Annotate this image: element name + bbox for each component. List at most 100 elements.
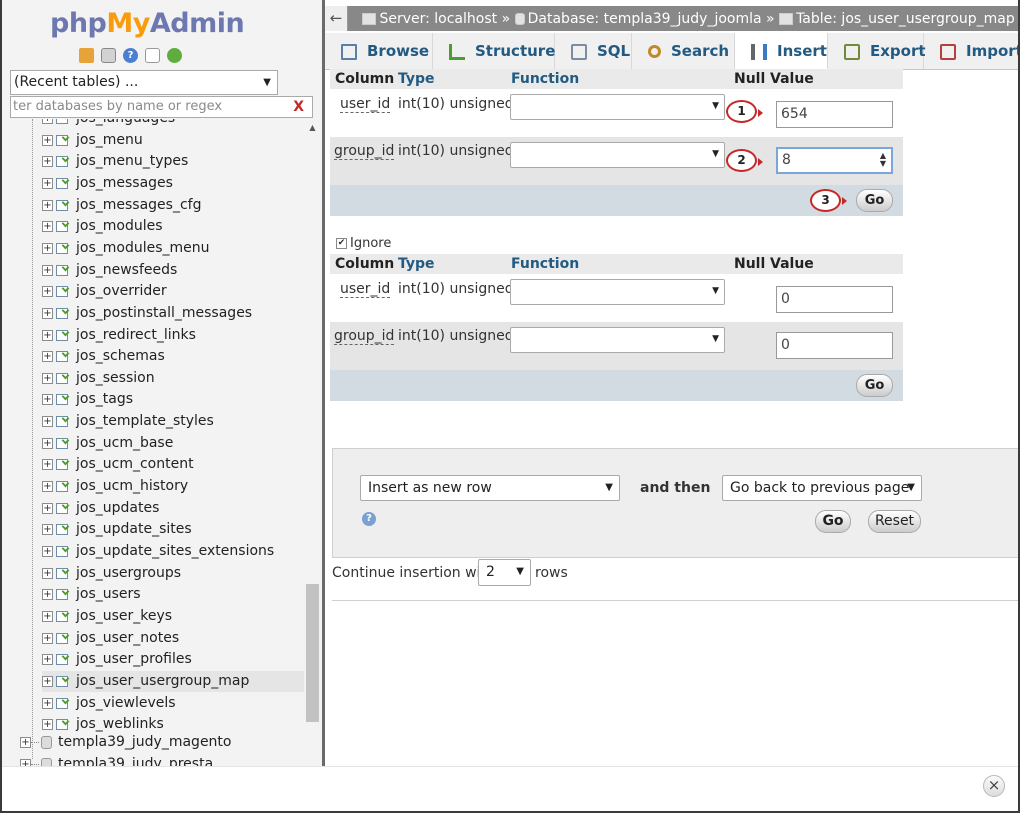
sidebar-database-item[interactable]: + templa39_judy_presta — [20, 754, 213, 766]
clear-filter-icon[interactable]: X — [293, 97, 304, 117]
expand-icon[interactable]: + — [42, 155, 53, 167]
sidebar-table-item[interactable]: + jos_schemas — [42, 346, 304, 367]
tab-browse[interactable]: Browse — [325, 33, 433, 69]
expand-icon[interactable]: + — [42, 718, 53, 730]
close-button[interactable]: × — [983, 775, 1005, 797]
sidebar-table-item[interactable]: + jos_ucm_content — [42, 454, 304, 475]
breadcrumb-server[interactable]: Server: localhost — [379, 11, 497, 27]
ignore-checkbox[interactable]: ✔ Ignore — [336, 236, 391, 251]
expand-icon[interactable]: + — [42, 119, 53, 124]
tab-structure[interactable]: Structure — [433, 33, 555, 69]
sidebar-table-item[interactable]: + jos_user_profiles — [42, 649, 304, 670]
expand-icon[interactable]: + — [42, 199, 53, 211]
function-select[interactable]: ▼ — [510, 94, 725, 120]
sidebar-scroll-thumb[interactable] — [306, 584, 319, 722]
expand-icon[interactable]: + — [42, 610, 53, 622]
rows-count-select[interactable]: 2 ▼ — [478, 559, 531, 586]
value-input-group-id[interactable]: 8 ▲ ▼ — [776, 147, 893, 174]
expand-icon[interactable]: + — [42, 632, 53, 644]
number-spinner[interactable]: ▲ ▼ — [880, 152, 886, 168]
expand-icon[interactable]: + — [42, 307, 53, 319]
tab-import[interactable]: Import — [924, 33, 1018, 69]
help-icon[interactable]: ? — [123, 48, 138, 63]
expand-icon[interactable]: + — [42, 675, 53, 687]
sidebar-table-item[interactable]: + jos_postinstall_messages — [42, 303, 304, 324]
function-select[interactable]: ▼ — [510, 279, 725, 305]
expand-icon[interactable]: + — [42, 242, 53, 254]
expand-icon[interactable]: + — [42, 437, 53, 449]
phpmyadmin-logo[interactable]: phpMyAdmin — [50, 8, 245, 39]
sidebar-table-item[interactable]: + jos_menu — [42, 130, 304, 151]
breadcrumb-table[interactable]: Table: jos_user_usergroup_map — [796, 11, 1015, 27]
function-select[interactable]: ▼ — [510, 327, 725, 353]
sidebar-table-item[interactable]: + jos_ucm_history — [42, 476, 304, 497]
checkbox[interactable]: ✔ — [336, 238, 347, 249]
expand-icon[interactable]: + — [42, 415, 53, 427]
reset-button[interactable]: Reset — [868, 510, 921, 533]
reload-icon[interactable] — [167, 48, 182, 63]
sidebar-table-item[interactable]: + jos_updates — [42, 498, 304, 519]
expand-icon[interactable]: + — [42, 523, 53, 535]
expand-icon[interactable]: + — [42, 480, 53, 492]
sidebar-table-item[interactable]: + jos_users — [42, 584, 304, 605]
sidebar-table-item[interactable]: + jos_overrider — [42, 281, 304, 302]
expand-icon[interactable]: + — [42, 588, 53, 600]
go-button[interactable]: Go — [856, 189, 893, 212]
sidebar-table-item[interactable]: + jos_viewlevels — [42, 693, 304, 714]
sidebar-table-item[interactable]: + jos_usergroups — [42, 563, 304, 584]
documentation-icon[interactable] — [145, 48, 160, 63]
logout-icon[interactable] — [101, 48, 116, 63]
sidebar-table-item[interactable]: + jos_ucm_base — [42, 433, 304, 454]
tab-export[interactable]: Export — [828, 33, 926, 69]
expand-icon[interactable]: + — [42, 329, 53, 341]
expand-icon[interactable]: + — [42, 653, 53, 665]
expand-icon[interactable]: + — [42, 177, 53, 189]
sidebar-table-item[interactable]: + jos_user_keys — [42, 606, 304, 627]
expand-icon[interactable]: + — [20, 758, 31, 766]
function-select[interactable]: ▼ — [510, 142, 725, 168]
value-input-group-id[interactable]: 0 — [776, 332, 893, 359]
sidebar-table-item[interactable]: + jos_messages_cfg — [42, 195, 304, 216]
sidebar-table-item[interactable]: + jos_update_sites_extensions — [42, 541, 304, 562]
sidebar-table-item[interactable]: + jos_user_notes — [42, 628, 304, 649]
value-input-user-id[interactable]: 654 — [776, 101, 893, 128]
expand-icon[interactable]: + — [42, 393, 53, 405]
sidebar-table-item[interactable]: + jos_modules — [42, 216, 304, 237]
go-button[interactable]: Go — [856, 374, 893, 397]
recent-tables-select[interactable]: (Recent tables) ... ▼ — [10, 70, 278, 95]
sidebar-table-item[interactable]: + jos_newsfeeds — [42, 260, 304, 281]
expand-icon[interactable]: + — [42, 285, 53, 297]
scroll-up-icon[interactable]: ▲ — [304, 121, 321, 135]
sidebar-table-item[interactable]: + jos_session — [42, 368, 304, 389]
after-insert-select[interactable]: Go back to previous page ▼ — [722, 475, 922, 501]
sidebar-table-item[interactable]: + jos_tags — [42, 389, 304, 410]
expand-icon[interactable]: + — [42, 264, 53, 276]
expand-icon[interactable]: + — [42, 545, 53, 557]
expand-icon[interactable]: + — [42, 502, 53, 514]
sidebar-table-item[interactable]: + jos_template_styles — [42, 411, 304, 432]
expand-icon[interactable]: + — [42, 458, 53, 470]
tab-search[interactable]: Search — [632, 33, 735, 69]
home-icon[interactable] — [79, 48, 94, 63]
value-input-user-id[interactable]: 0 — [776, 286, 893, 313]
expand-icon[interactable]: + — [42, 220, 53, 232]
expand-icon[interactable]: + — [42, 372, 53, 384]
sidebar-table-item[interactable]: + jos_modules_menu — [42, 238, 304, 259]
sidebar-table-item[interactable]: + jos_user_usergroup_map — [42, 671, 304, 692]
sidebar-database-item[interactable]: + templa39_judy_magento — [20, 732, 232, 753]
go-button[interactable]: Go — [815, 510, 851, 533]
sidebar-table-item[interactable]: + jos_redirect_links — [42, 325, 304, 346]
sidebar-table-item[interactable]: + jos_languages — [42, 119, 304, 129]
tab-insert[interactable]: Insert — [735, 33, 828, 69]
insert-mode-select[interactable]: Insert as new row ▼ — [360, 475, 620, 501]
tab-sql[interactable]: SQL — [555, 33, 632, 69]
database-filter-input[interactable]: ter databases by name or regex X — [10, 96, 313, 118]
expand-icon[interactable]: + — [42, 134, 53, 146]
expand-icon[interactable]: + — [42, 567, 53, 579]
sidebar-table-item[interactable]: + jos_update_sites — [42, 519, 304, 540]
expand-icon[interactable]: + — [42, 350, 53, 362]
help-icon[interactable]: ? — [362, 512, 376, 526]
expand-icon[interactable]: + — [20, 736, 31, 748]
expand-icon[interactable]: + — [42, 697, 53, 709]
sidebar-table-item[interactable]: + jos_messages — [42, 173, 304, 194]
